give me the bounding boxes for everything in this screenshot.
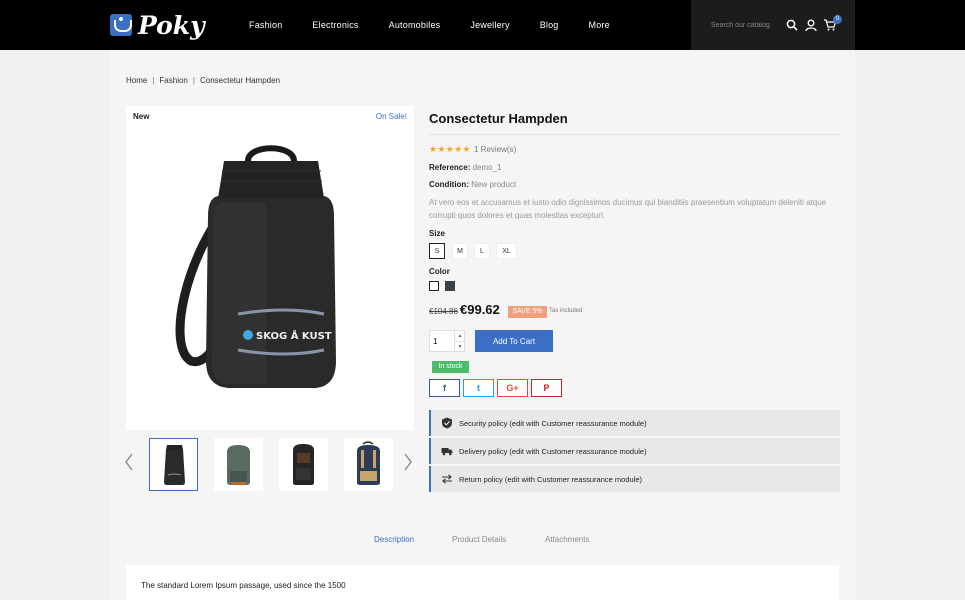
discount-badge: SAVE 5% (508, 306, 547, 318)
breadcrumb: Home | Fashion | Consectetur Hampden (126, 76, 281, 85)
stock-badge: In stock (432, 361, 469, 373)
thumbnail-1[interactable] (149, 438, 198, 491)
on-sale-flag: On Sale! (375, 112, 407, 121)
quantity-stepper: ▲ ▼ (429, 330, 465, 352)
search-input[interactable] (711, 18, 779, 32)
main-nav: Fashion Electronics Automobiles Jeweller… (249, 0, 640, 50)
nav-item-jewellery[interactable]: Jewellery (470, 20, 509, 30)
thumb-prev-arrow[interactable] (124, 452, 134, 472)
shield-icon (442, 417, 452, 429)
thumbnail-2[interactable] (214, 438, 263, 491)
reassurance-return: Return policy (edit with Customer reassu… (429, 466, 840, 492)
user-icon[interactable] (804, 18, 818, 32)
product-title: Consectetur Hampden (429, 111, 568, 126)
quantity-input[interactable] (433, 335, 453, 347)
logo-icon (110, 14, 132, 36)
thumbnail-dry-bag-image (164, 445, 185, 485)
reference-row: Reference: demo_1 (429, 163, 502, 172)
tax-label: Tax included (549, 308, 583, 314)
logo[interactable]: Poky (110, 10, 205, 40)
twitter-icon: t (477, 383, 480, 393)
thumbnail-4[interactable] (344, 438, 393, 491)
thumbnail-backpack-navy-image (357, 441, 380, 485)
reassurance-delivery: Delivery policy (edit with Customer reas… (429, 438, 840, 464)
new-flag: New (133, 112, 150, 121)
condition-row: Condition: New product (429, 180, 516, 189)
thumbnail-3[interactable] (279, 438, 328, 491)
tab-product-details[interactable]: Product Details (452, 535, 506, 544)
breadcrumb-fashion[interactable]: Fashion (159, 76, 187, 85)
nav-item-more[interactable]: More (589, 20, 610, 30)
share-twitter-button[interactable]: t (463, 379, 494, 397)
cart-count-badge: 0 (833, 15, 842, 24)
search-icon[interactable] (785, 18, 799, 32)
tab-attachments[interactable]: Attachments (545, 535, 589, 544)
nav-item-automobiles[interactable]: Automobiles (389, 20, 441, 30)
product-image-container: New On Sale! SKOG Å KUST (126, 106, 414, 430)
color-label: Color (429, 267, 450, 276)
size-option-m[interactable]: M (452, 243, 468, 259)
size-option-xl[interactable]: XL (496, 243, 517, 259)
nav-item-blog[interactable]: Blog (540, 20, 559, 30)
header-tools: 0 (691, 0, 855, 50)
short-description: At vero eos et accusamus et iusto odio d… (429, 198, 827, 220)
bag-brand-text: SKOG Å KUST (256, 329, 332, 342)
color-swatch-white[interactable] (429, 281, 439, 291)
tab-description[interactable]: Description (374, 535, 414, 544)
size-option-s[interactable]: S (429, 243, 445, 259)
size-label: Size (429, 229, 446, 238)
reassurance-delivery-text: Delivery policy (edit with Customer reas… (459, 447, 647, 456)
quantity-increase-button[interactable]: ▲ (454, 331, 465, 341)
breadcrumb-home[interactable]: Home (126, 76, 147, 85)
description-panel-text: The standard Lorem Ipsum passage, used s… (141, 581, 346, 590)
site-header: Poky Fashion Electronics Automobiles Jew… (0, 0, 965, 50)
title-divider (429, 134, 840, 135)
current-price: €99.62 (460, 302, 500, 317)
regular-price: €104.86 (429, 307, 458, 316)
rating-stars: ★★★★★ (429, 144, 471, 154)
reassurance-security: Security policy (edit with Customer reas… (429, 410, 840, 436)
reference-label: Reference: (429, 163, 471, 172)
thumbnail-backpack-green-image (227, 445, 250, 485)
description-panel: The standard Lorem Ipsum passage, used s… (126, 565, 839, 600)
swap-arrows-icon (442, 474, 452, 484)
nav-item-fashion[interactable]: Fashion (249, 20, 282, 30)
share-pinterest-button[interactable]: P (531, 379, 562, 397)
thumbnail-backpack-black-image (293, 444, 314, 485)
color-swatch-dark-gray[interactable] (445, 281, 455, 291)
breadcrumb-current: Consectetur Hampden (199, 76, 281, 85)
reassurance-security-text: Security policy (edit with Customer reas… (459, 419, 647, 428)
share-google-plus-button[interactable]: G+ (497, 379, 528, 397)
condition-label: Condition: (429, 180, 469, 189)
add-to-cart-button[interactable]: Add To Cart (475, 330, 553, 352)
quantity-decrease-button[interactable]: ▼ (454, 341, 465, 351)
nav-item-electronics[interactable]: Electronics (312, 20, 358, 30)
logo-text: Poky (138, 10, 205, 40)
reference-value: demo_1 (472, 163, 502, 172)
reassurance-return-text: Return policy (edit with Customer reassu… (459, 475, 642, 484)
truck-icon (441, 448, 453, 456)
condition-value: New product (471, 180, 517, 189)
share-facebook-button[interactable]: f (429, 379, 460, 397)
thumb-next-arrow[interactable] (403, 452, 413, 472)
size-option-l[interactable]: L (474, 243, 490, 259)
review-count-link[interactable]: 1 Review(s) (474, 145, 516, 154)
facebook-icon: f (443, 383, 446, 393)
product-main-image[interactable]: SKOG Å KUST (166, 136, 376, 396)
google-plus-icon: G+ (506, 383, 519, 393)
pinterest-icon: P (543, 383, 550, 393)
